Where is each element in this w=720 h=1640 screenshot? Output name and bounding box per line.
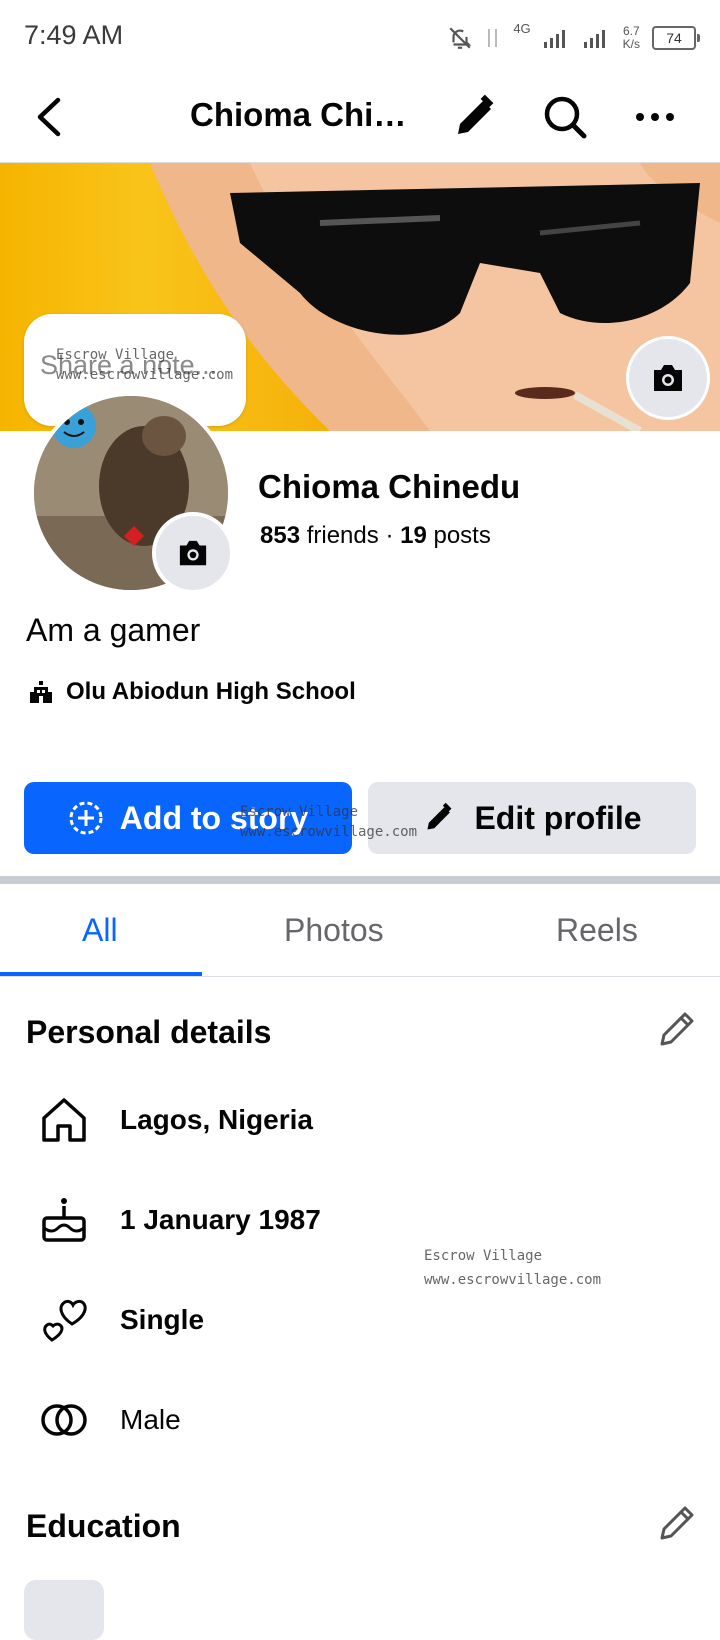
edit-profile-picture-button[interactable]: [152, 512, 234, 594]
edit-profile-button[interactable]: Edit profile: [368, 782, 696, 854]
top-app-bar: Chioma Chin...: [0, 72, 720, 163]
pencil-icon: [427, 802, 452, 830]
tab-photos[interactable]: Photos: [284, 912, 384, 949]
status-time: 7:49 AM: [24, 20, 124, 50]
pencil-outline-icon: [660, 1506, 694, 1540]
watermark: Escrow Village www.escrowvillage.com: [240, 804, 418, 840]
back-button[interactable]: [28, 94, 74, 140]
birthday-cake-icon: [38, 1194, 90, 1246]
posts-count: 19: [400, 522, 427, 549]
section-divider: [0, 876, 720, 884]
network-type: 4G: [513, 20, 531, 36]
friends-label[interactable]: friends: [307, 522, 379, 549]
add-circle-icon: [69, 801, 103, 835]
friends-count[interactable]: 853: [260, 522, 300, 549]
search-icon: [544, 96, 587, 139]
education-title: Education: [26, 1508, 181, 1544]
home-icon: [38, 1094, 90, 1146]
edit-button[interactable]: [450, 92, 500, 142]
edit-cover-photo-button[interactable]: [626, 336, 710, 420]
more-horizontal-icon: [636, 113, 674, 121]
tab-all[interactable]: All: [82, 912, 118, 949]
edit-profile-label: Edit profile: [474, 799, 642, 836]
network-speed: 6.7 K/s: [622, 24, 640, 51]
notifications-off-icon: [449, 27, 472, 49]
back-arrow-icon: [37, 97, 61, 137]
camera-icon: [179, 540, 207, 566]
school-row[interactable]: Olu Abiodun High School: [28, 678, 356, 706]
personal-details-title: Personal details: [26, 1014, 272, 1050]
profile-stats: 853 friends · 19 posts: [260, 522, 491, 550]
battery-indicator: 74: [652, 26, 700, 50]
detail-row-location: Lagos, Nigeria: [38, 1094, 313, 1146]
detail-row-gender: Male: [38, 1394, 181, 1446]
detail-row-birthday: 1 January 1987: [38, 1194, 321, 1246]
page-title: Chioma Chin...: [190, 96, 420, 133]
gender-rings-icon: [38, 1394, 90, 1446]
data-transfer-icon: [488, 29, 498, 47]
camera-icon: [654, 365, 682, 391]
detail-row-relationship: Single: [38, 1294, 204, 1346]
more-options-button[interactable]: [630, 94, 680, 144]
status-icons: 4G 6.7 K/s 74: [447, 18, 700, 58]
pencil-outline-icon: [660, 1012, 694, 1046]
edit-personal-details-button[interactable]: [656, 1008, 702, 1054]
watermark: Escrow Village www.escrowvillage.com: [56, 347, 234, 383]
education-item-icon: [24, 1580, 104, 1640]
signal-icon: [543, 30, 565, 48]
profile-name: Chioma Chinedu: [258, 468, 521, 505]
watermark: Escrow Village www.escrowvillage.com: [424, 1248, 602, 1288]
pencil-icon: [458, 94, 494, 134]
school-name: Olu Abiodun High School: [66, 678, 356, 705]
search-button[interactable]: [540, 92, 590, 142]
profile-bio: Am a gamer: [26, 612, 201, 648]
tab-reels[interactable]: Reels: [556, 912, 638, 949]
signal-icon-2: [583, 30, 605, 48]
stats-separator: ·: [385, 522, 394, 549]
posts-label: posts: [433, 522, 491, 549]
relationship-hearts-icon: [38, 1294, 90, 1346]
tab-divider: [0, 976, 720, 977]
edit-education-button[interactable]: [656, 1502, 702, 1548]
school-building-icon: [30, 681, 52, 703]
